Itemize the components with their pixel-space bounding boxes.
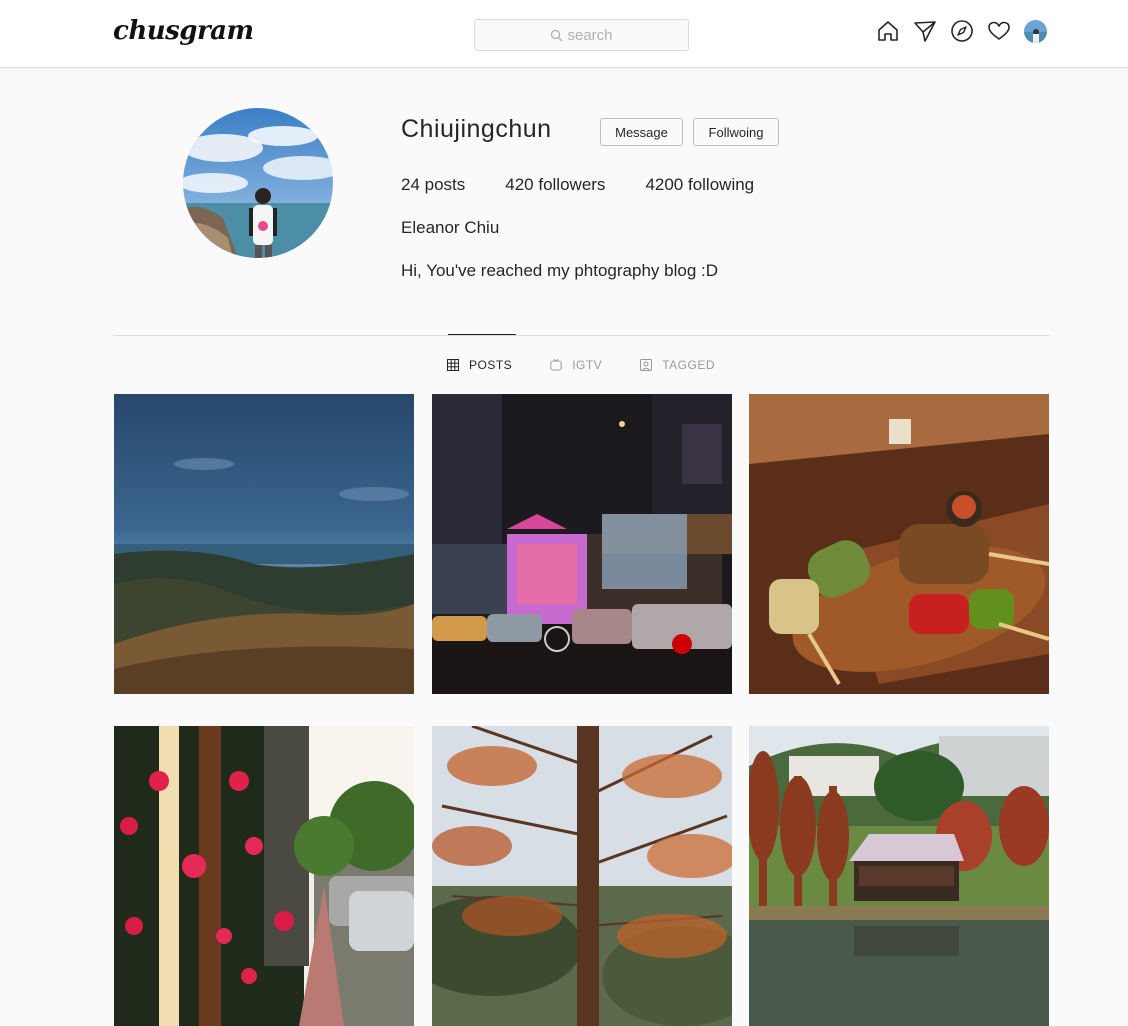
app-logo[interactable]: chusgram	[113, 16, 254, 46]
explore-icon[interactable]	[949, 18, 975, 44]
followers-count[interactable]: 420 followers	[505, 175, 605, 195]
post-tile-skewers[interactable]	[749, 394, 1049, 694]
message-button[interactable]: Message	[600, 118, 683, 146]
profile-bio: Hi, You've reached my phtography blog :D	[401, 261, 718, 280]
posts-count: 24 posts	[401, 175, 466, 194]
profile-username: Chiujingchun	[401, 115, 552, 143]
top-header: chusgram search	[0, 0, 1128, 68]
tab-posts-label: POSTS	[469, 358, 513, 372]
grid-icon	[447, 359, 459, 371]
search-icon	[550, 29, 563, 42]
tagged-icon	[640, 359, 653, 371]
tab-igtv-label: IGTV	[572, 358, 603, 372]
search-placeholder: search	[567, 26, 613, 44]
nav-icons	[875, 18, 1047, 44]
tab-posts[interactable]: POSTS	[447, 358, 512, 372]
post-tile-mountain-landscape[interactable]	[114, 394, 414, 694]
following-button[interactable]: Follwoing	[693, 118, 779, 146]
profile-avatar[interactable]	[183, 108, 333, 258]
active-tab-indicator	[448, 334, 516, 335]
following-count[interactable]: 4200 following	[645, 175, 754, 195]
post-tile-autumn-tree[interactable]	[432, 726, 732, 1026]
tab-igtv[interactable]: IGTV	[550, 358, 602, 372]
profile-stats: 24 posts 420 followers 4200 following	[401, 175, 794, 195]
igtv-icon	[550, 359, 562, 371]
search-input[interactable]: search	[474, 19, 689, 51]
home-icon[interactable]	[875, 18, 901, 44]
post-tile-lake-pavilion[interactable]	[749, 726, 1049, 1026]
profile-avatar-small[interactable]	[1024, 19, 1047, 43]
heart-icon[interactable]	[986, 18, 1012, 44]
profile-tabs: POSTS IGTV TAGGED	[447, 358, 753, 372]
tab-tagged[interactable]: TAGGED	[640, 358, 715, 372]
profile-full-name: Eleanor Chiu	[401, 218, 500, 237]
direct-icon[interactable]	[912, 18, 938, 44]
post-tile-red-flowers[interactable]	[114, 726, 414, 1026]
post-tile-night-street[interactable]	[432, 394, 732, 694]
tabs-divider	[113, 335, 1049, 336]
tab-tagged-label: TAGGED	[662, 358, 715, 372]
